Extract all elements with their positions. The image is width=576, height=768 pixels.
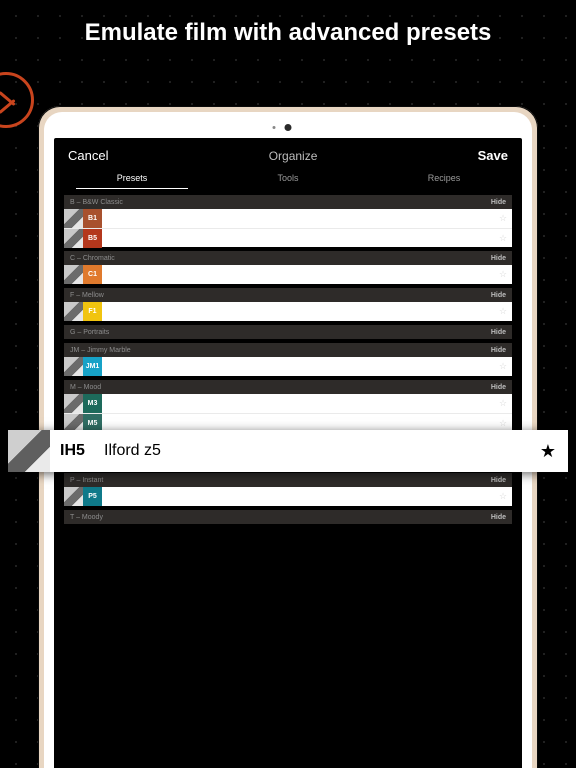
group-title: JM – Jimmy Marble [70,347,131,354]
tab-bar: Presets Tools Recipes [54,167,522,191]
preset-thumbnail [64,265,83,284]
preset-group: T – Moody Hide [64,510,512,524]
hide-button[interactable]: Hide [491,347,506,354]
preset-group: P – Instant Hide P5 ☆ [64,473,512,506]
preset-thumbnail [64,302,83,321]
preset-thumbnail [64,229,83,248]
top-bar: Cancel Organize Save [54,138,522,167]
group-header[interactable]: T – Moody Hide [64,510,512,524]
tab-tools[interactable]: Tools [210,167,366,191]
hide-button[interactable]: Hide [491,292,506,299]
group-title: P – Instant [70,477,103,484]
preset-row[interactable]: B1 ☆ [64,209,512,228]
group-header[interactable]: C – Chromatic Hide [64,251,512,265]
star-outline-icon[interactable]: ☆ [494,357,512,376]
preset-chip: C1 [83,265,102,284]
preset-row[interactable]: P5 ☆ [64,487,512,506]
preset-row-fill [102,209,494,228]
group-header[interactable]: F – Mellow Hide [64,288,512,302]
preset-row-fill [102,302,494,321]
hide-button[interactable]: Hide [491,199,506,206]
preset-row-fill [102,487,494,506]
group-title: F – Mellow [70,292,104,299]
group-header[interactable]: G – Portraits Hide [64,325,512,339]
hide-button[interactable]: Hide [491,477,506,484]
group-title: G – Portraits [70,329,109,336]
preset-name: Ilford z5 [104,442,528,460]
preset-code: IH5 [50,442,104,460]
group-header[interactable]: M – Mood Hide [64,380,512,394]
star-outline-icon[interactable]: ☆ [494,487,512,506]
camera-icon [285,124,292,131]
preset-row-fill [102,229,494,247]
preset-group: G – Portraits Hide [64,325,512,339]
group-title: B – B&W Classic [70,199,123,206]
preset-row-fill [102,357,494,376]
preset-group: B – B&W Classic Hide B1 ☆ B5 ☆ [64,195,512,247]
preset-thumbnail [8,430,50,472]
group-title: T – Moody [70,514,103,521]
preset-row[interactable]: C1 ☆ [64,265,512,284]
preset-group: F – Mellow Hide F1 ☆ [64,288,512,321]
preset-chip: B1 [83,209,102,228]
preset-row-fill [102,265,494,284]
preset-chip: B5 [83,229,102,248]
page-headline: Emulate film with advanced presets [0,0,576,62]
preset-thumbnail [64,394,83,413]
preset-group: JM – Jimmy Marble Hide JM1 ☆ [64,343,512,376]
preset-row[interactable]: F1 ☆ [64,302,512,321]
star-outline-icon[interactable]: ☆ [494,209,512,228]
star-outline-icon[interactable]: ☆ [494,302,512,321]
preset-row[interactable]: M3 ☆ [64,394,512,413]
tab-presets[interactable]: Presets [54,167,210,191]
star-outline-icon[interactable]: ☆ [494,394,512,413]
group-title: M – Mood [70,384,101,391]
preset-thumbnail [64,209,83,228]
save-button[interactable]: Save [478,148,508,163]
group-header[interactable]: JM – Jimmy Marble Hide [64,343,512,357]
cancel-button[interactable]: Cancel [68,148,108,163]
group-title: C – Chromatic [70,255,115,262]
hide-button[interactable]: Hide [491,255,506,262]
preset-group: M – MoodHideM3☆M5☆ [64,380,512,432]
hide-button[interactable]: Hide [491,384,506,391]
screen-title: Organize [269,149,318,163]
preset-group: C – Chromatic Hide C1 ☆ [64,251,512,284]
preset-thumbnail [64,357,83,376]
highlighted-preset-row[interactable]: IH5 Ilford z5 ★ [8,430,568,472]
hide-button[interactable]: Hide [491,514,506,521]
star-outline-icon[interactable]: ☆ [494,229,512,247]
preset-chip: JM1 [83,357,102,376]
group-header[interactable]: B – B&W Classic Hide [64,195,512,209]
group-header[interactable]: P – Instant Hide [64,473,512,487]
preset-row-fill [102,394,494,413]
preset-list[interactable]: B – B&W Classic Hide B1 ☆ B5 ☆ C – Chromatic Hi… [54,191,522,524]
star-outline-icon[interactable]: ☆ [494,265,512,284]
hide-button[interactable]: Hide [491,329,506,336]
tab-recipes[interactable]: Recipes [366,167,522,191]
preset-thumbnail [64,487,83,506]
preset-chip: F1 [83,302,102,321]
preset-chip: M3 [83,394,102,413]
preset-chip: P5 [83,487,102,506]
preset-row[interactable]: B5 ☆ [64,228,512,247]
preset-row[interactable]: JM1 ☆ [64,357,512,376]
star-icon[interactable]: ★ [528,441,568,462]
